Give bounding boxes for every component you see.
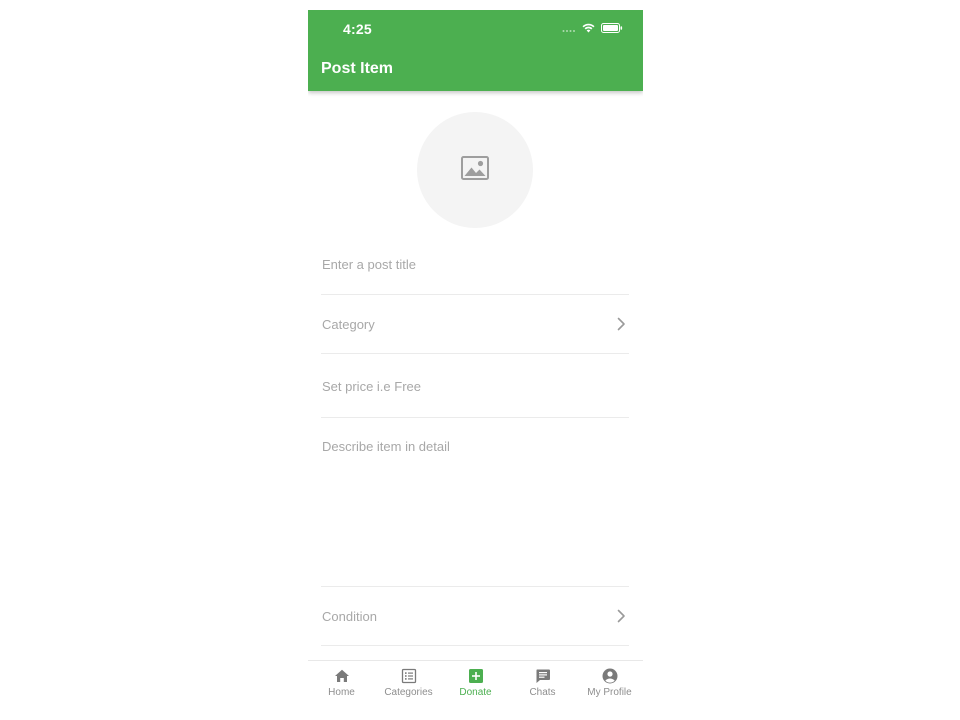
description-placeholder: Describe item in detail: [322, 439, 450, 454]
list-icon: [401, 668, 417, 684]
tab-chats-label: Chats: [529, 687, 556, 698]
post-title-placeholder: Enter a post title: [322, 257, 416, 272]
tab-home-label: Home: [328, 687, 355, 698]
chat-icon: [535, 668, 551, 684]
tab-my-profile[interactable]: My Profile: [576, 661, 643, 720]
home-icon: [334, 668, 350, 684]
tab-categories[interactable]: Categories: [375, 661, 442, 720]
phone-screen: 4:25 Post Item Enter a post title Catego…: [308, 10, 643, 720]
app-bar: 4:25 Post Item: [308, 10, 643, 91]
tab-chats[interactable]: Chats: [509, 661, 576, 720]
tab-home[interactable]: Home: [308, 661, 375, 720]
battery-icon: [601, 20, 623, 38]
tab-donate[interactable]: Donate: [442, 661, 509, 720]
chevron-right-icon: [615, 609, 627, 623]
post-title-field[interactable]: Enter a post title: [321, 246, 629, 295]
image-placeholder-icon: [461, 155, 489, 185]
price-field[interactable]: Set price i.e Free: [321, 354, 629, 418]
wifi-icon: [582, 20, 595, 38]
condition-selector[interactable]: Condition: [321, 587, 629, 646]
description-field[interactable]: Describe item in detail: [321, 418, 629, 587]
category-label: Category: [322, 317, 375, 332]
page-title: Post Item: [321, 60, 394, 77]
status-icons: [562, 23, 623, 35]
signal-dots-icon: [562, 20, 576, 38]
tab-my-profile-label: My Profile: [587, 687, 632, 698]
account-circle-icon: [602, 668, 618, 684]
category-selector[interactable]: Category: [321, 295, 629, 354]
status-time: 4:25: [343, 21, 372, 37]
tab-categories-label: Categories: [384, 687, 433, 698]
chevron-right-icon: [615, 317, 627, 331]
price-placeholder: Set price i.e Free: [322, 379, 421, 394]
plus-box-icon: [468, 668, 484, 684]
condition-label: Condition: [322, 609, 377, 624]
bottom-tab-bar: Home Categories Donate Chats My Profile: [308, 660, 643, 720]
photo-picker-button[interactable]: [417, 112, 533, 228]
tab-donate-label: Donate: [459, 687, 492, 698]
